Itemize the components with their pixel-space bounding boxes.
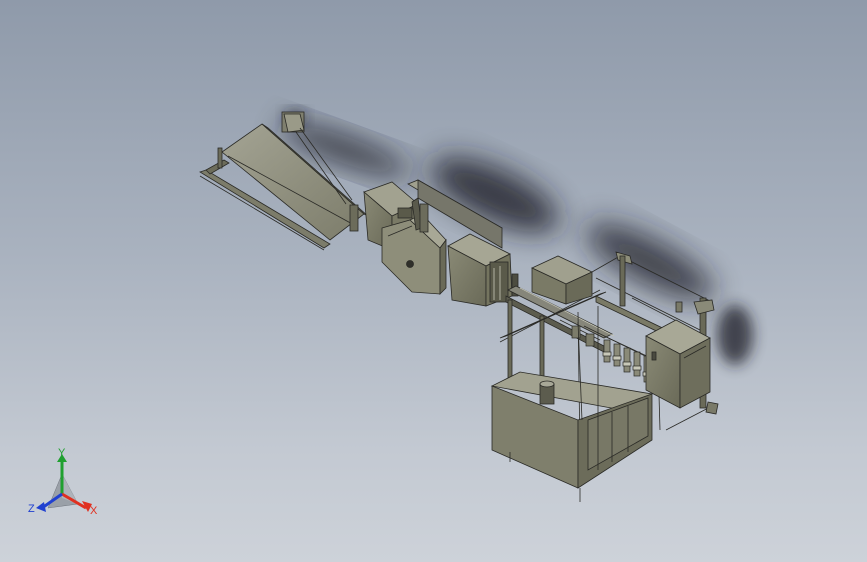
press-unit	[447, 233, 519, 307]
graphics-viewport[interactable]: Y X Z	[0, 0, 867, 562]
x-axis-label: X	[90, 505, 98, 517]
z-axis-label: Z	[28, 503, 35, 515]
control-cabinet	[645, 319, 711, 409]
y-axis-label: Y	[58, 447, 66, 459]
z-axis-arrow-icon	[36, 502, 46, 512]
orientation-triad: Y X Z	[22, 446, 112, 526]
model-scene[interactable]	[0, 0, 867, 562]
triad-graphic	[36, 454, 92, 512]
